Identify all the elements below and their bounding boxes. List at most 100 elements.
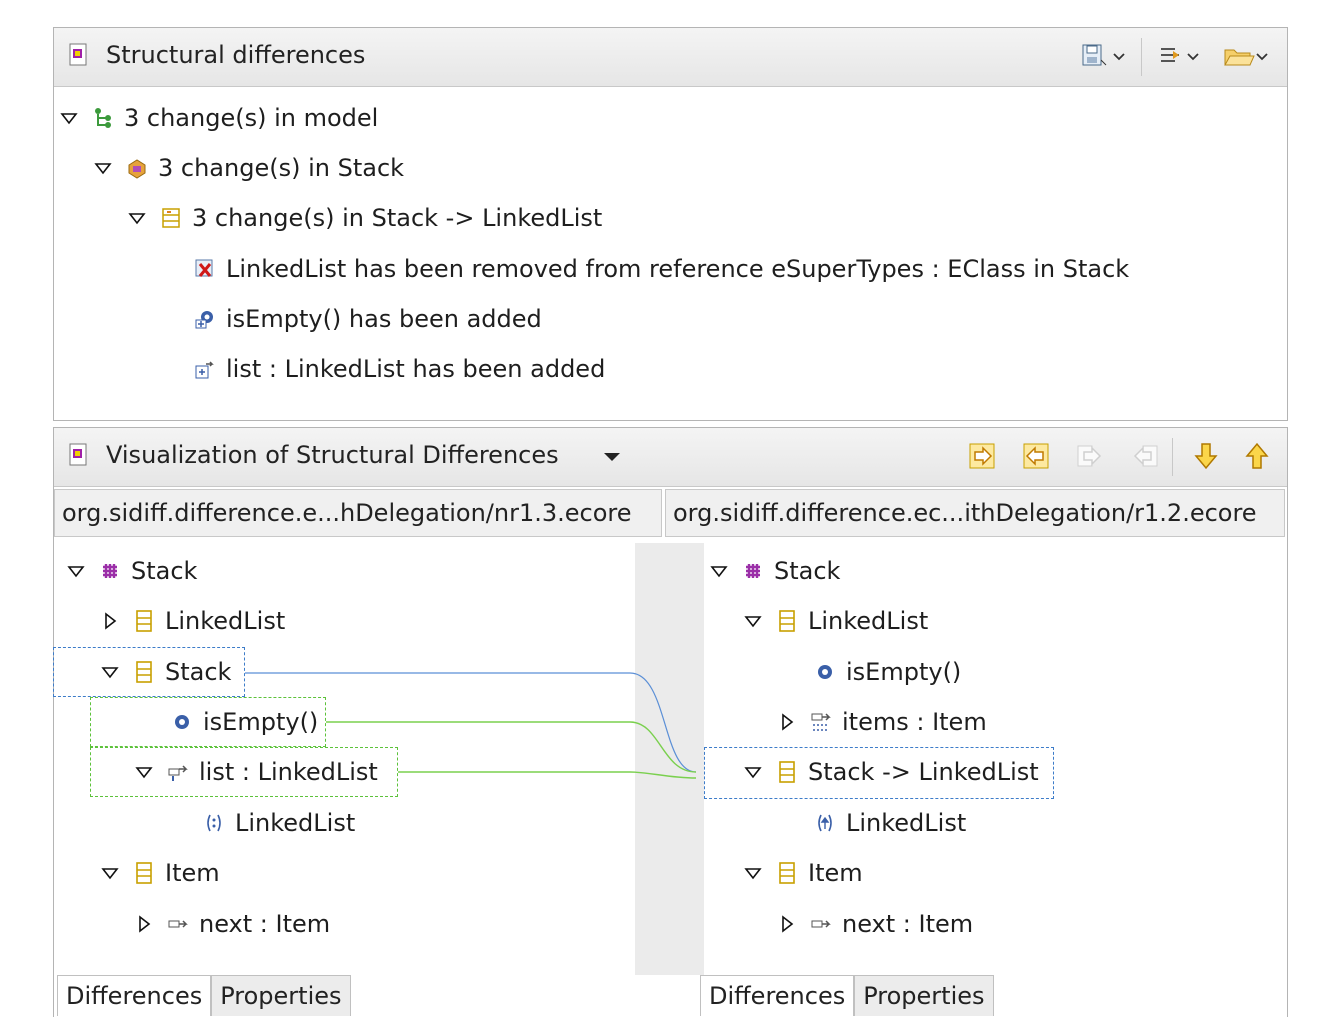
- expanded-twisty-icon[interactable]: [67, 562, 85, 580]
- view-icon: [68, 443, 90, 467]
- tree-item-label: Stack: [131, 557, 198, 585]
- containment-reference-icon: [811, 713, 831, 731]
- class-icon: [779, 761, 795, 783]
- tree-item-model[interactable]: 3 change(s) in model: [60, 98, 378, 138]
- tree-item-label: list : LinkedList: [199, 758, 378, 786]
- expanded-twisty-icon[interactable]: [135, 763, 153, 781]
- toolbar-separator: [1141, 38, 1142, 76]
- reference-icon: [168, 920, 188, 928]
- save-icon[interactable]: [1079, 41, 1109, 71]
- tree-item-class[interactable]: Item: [744, 853, 863, 893]
- filter-icon[interactable]: [1157, 41, 1201, 71]
- toolbar-separator: [1172, 438, 1173, 476]
- tree-item-label: Item: [808, 859, 863, 887]
- tree-item-label: 3 change(s) in model: [124, 104, 379, 132]
- next-difference-icon[interactable]: [1191, 441, 1221, 471]
- expanded-twisty-icon[interactable]: [744, 864, 762, 882]
- tree-item-package[interactable]: Stack: [710, 551, 840, 591]
- tree-item-label: list : LinkedList has been added: [226, 355, 606, 383]
- tree-item-change[interactable]: list : LinkedList has been added: [162, 349, 605, 389]
- tree-item-class[interactable]: Item: [101, 853, 220, 893]
- class-icon: [136, 862, 152, 884]
- tree-item-operation[interactable]: isEmpty(): [139, 702, 318, 742]
- tree-item-label: next : Item: [199, 910, 331, 938]
- tree-item-class[interactable]: LinkedList: [744, 601, 928, 641]
- reference-icon: [168, 765, 188, 781]
- tree-item-generic-type[interactable]: LinkedList: [171, 803, 355, 843]
- class-icon: [136, 661, 152, 683]
- right-tab-bar: Differences Properties: [700, 975, 994, 1016]
- tree-item-label: 3 change(s) in Stack: [158, 154, 405, 182]
- generic-type-icon: [207, 814, 221, 832]
- tree-item-label: Stack: [774, 557, 841, 585]
- tree-item-reference[interactable]: next : Item: [778, 904, 973, 944]
- added-operation-icon: [195, 311, 213, 329]
- collapsed-twisty-icon[interactable]: [101, 612, 119, 630]
- tree-item-operation[interactable]: isEmpty(): [782, 652, 961, 692]
- expanded-twisty-icon[interactable]: [101, 663, 119, 681]
- left-model-path: org.sidiff.difference.e...hDelegation/nr…: [54, 489, 662, 537]
- open-folder-icon[interactable]: [1222, 41, 1268, 71]
- tree-item-label: 3 change(s) in Stack -> LinkedList: [192, 204, 603, 232]
- collapsed-twisty-icon[interactable]: [135, 915, 153, 933]
- class-icon: [136, 610, 152, 632]
- expanded-twisty-icon[interactable]: [94, 159, 112, 177]
- tree-item-class[interactable]: Stack -> LinkedList: [744, 752, 1039, 792]
- added-reference-icon: [195, 361, 214, 379]
- supertype-icon: [818, 814, 832, 832]
- tab-differences[interactable]: Differences: [700, 975, 855, 1016]
- tree-item-package[interactable]: 3 change(s) in Stack: [94, 148, 404, 188]
- operation-icon: [818, 665, 832, 679]
- tree-item-containment[interactable]: items : Item: [778, 702, 987, 742]
- visualization-view-title: Visualization of Structural Differences: [106, 441, 559, 469]
- collapsed-twisty-icon[interactable]: [778, 915, 796, 933]
- previous-difference-icon[interactable]: [1242, 441, 1272, 471]
- tab-properties[interactable]: Properties: [854, 975, 994, 1016]
- view-menu-icon[interactable]: [600, 444, 626, 474]
- view-icon: [68, 43, 90, 67]
- tree-item-label: isEmpty(): [203, 708, 319, 736]
- class-icon: [779, 862, 795, 884]
- expanded-twisty-icon[interactable]: [101, 864, 119, 882]
- right-model-path: org.sidiff.difference.ec...ithDelegation…: [665, 489, 1285, 537]
- right-model-tree[interactable]: Stack LinkedList isEmpty() items : Item …: [704, 543, 1278, 975]
- operation-icon: [175, 715, 189, 729]
- expanded-twisty-icon[interactable]: [60, 109, 78, 127]
- left-tab-bar: Differences Properties: [57, 975, 351, 1016]
- class-changes-icon: [162, 208, 180, 228]
- tree-item-class[interactable]: Stack: [101, 652, 231, 692]
- tree-item-class[interactable]: LinkedList: [101, 601, 285, 641]
- package-icon: [746, 564, 760, 578]
- package-changes-icon: [128, 159, 146, 179]
- tree-item-change[interactable]: LinkedList has been removed from referen…: [162, 249, 1129, 289]
- copy-right-to-left-icon[interactable]: [1022, 441, 1052, 471]
- collapsed-twisty-icon[interactable]: [778, 713, 796, 731]
- class-icon: [779, 610, 795, 632]
- tree-item-label: Stack -> LinkedList: [808, 758, 1039, 786]
- expanded-twisty-icon[interactable]: [744, 612, 762, 630]
- structural-differences-view: Structural differences 3 change(s) in mo…: [53, 27, 1288, 421]
- tab-properties[interactable]: Properties: [211, 975, 351, 1016]
- tree-item-change[interactable]: isEmpty() has been added: [162, 299, 542, 339]
- tree-item-label: Stack: [165, 658, 232, 686]
- tree-item-class[interactable]: 3 change(s) in Stack -> LinkedList: [128, 198, 602, 238]
- copy-all-left-icon[interactable]: [1129, 441, 1159, 471]
- copy-left-to-right-icon[interactable]: [968, 441, 998, 471]
- tree-item-reference[interactable]: list : LinkedList: [135, 752, 378, 792]
- tree-item-label: LinkedList: [165, 607, 286, 635]
- tab-differences[interactable]: Differences: [57, 975, 212, 1016]
- dropdown-icon[interactable]: [1111, 41, 1127, 71]
- tree-item-label: LinkedList: [808, 607, 929, 635]
- tree-item-label: LinkedList: [235, 809, 356, 837]
- tree-item-supertype[interactable]: LinkedList: [782, 803, 966, 843]
- tree-item-label: LinkedList: [846, 809, 967, 837]
- model-changes-icon: [95, 108, 111, 128]
- tree-item-package[interactable]: Stack: [67, 551, 197, 591]
- removed-reference-icon: [195, 259, 213, 277]
- copy-all-right-icon[interactable]: [1076, 441, 1106, 471]
- left-model-tree[interactable]: Stack LinkedList Stack isEmpty() list : …: [53, 543, 635, 975]
- tree-item-reference[interactable]: next : Item: [135, 904, 330, 944]
- expanded-twisty-icon[interactable]: [128, 209, 146, 227]
- expanded-twisty-icon[interactable]: [710, 562, 728, 580]
- expanded-twisty-icon[interactable]: [744, 763, 762, 781]
